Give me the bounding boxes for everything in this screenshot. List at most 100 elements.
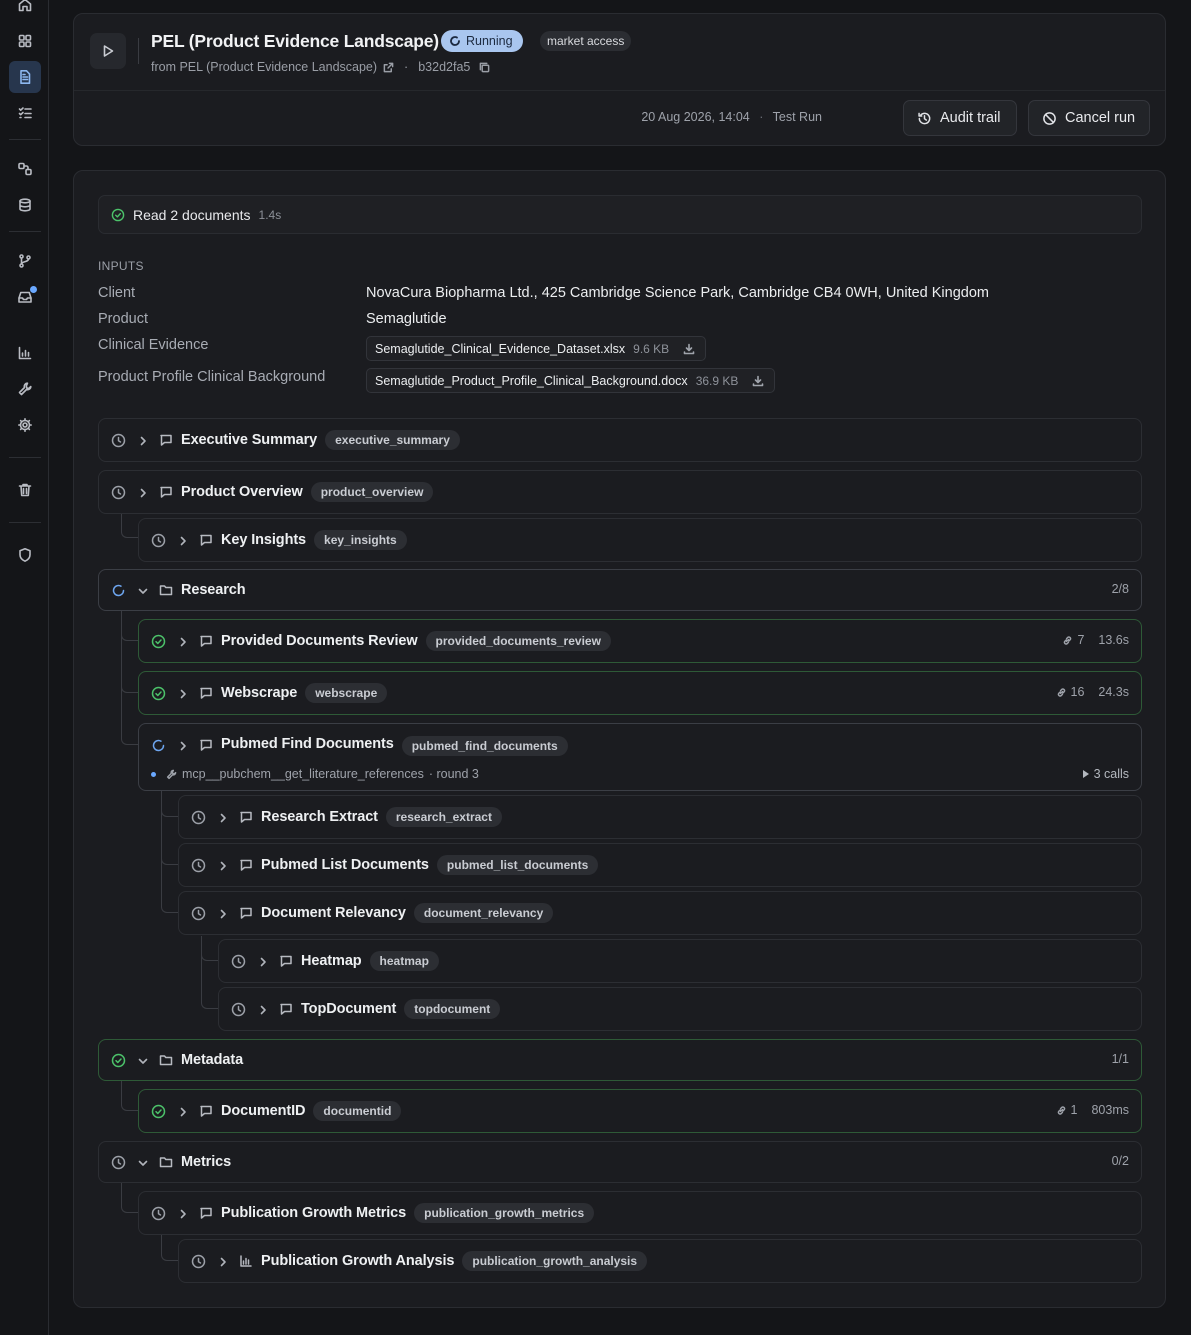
branch-icon[interactable] [9, 245, 41, 277]
task-name: Publication Growth Analysis [261, 1253, 455, 1269]
task-row-publication-growth-analysis[interactable]: Publication Growth Analysis publication_… [178, 1239, 1142, 1283]
copy-icon[interactable] [479, 62, 490, 73]
task-row-research-extract[interactable]: Research Extract research_extract [178, 795, 1142, 839]
task-tag: topdocument [404, 999, 501, 1019]
pending-icon [191, 1254, 206, 1269]
task-call-count: 16 [1070, 685, 1085, 699]
shield-icon[interactable] [9, 539, 41, 571]
tasks-icon[interactable] [9, 97, 41, 129]
category-badge: market access [540, 31, 632, 51]
task-row-documentid[interactable]: DocumentID documentid 1 803ms [138, 1089, 1142, 1133]
database-icon[interactable] [9, 189, 41, 221]
tools-icon[interactable] [9, 373, 41, 405]
task-row-key-insights[interactable]: Key Insights key_insights [138, 518, 1142, 562]
group-row-research[interactable]: Research 2/8 [98, 569, 1142, 611]
analytics-icon[interactable] [9, 337, 41, 369]
inbox-icon[interactable] [9, 281, 41, 313]
prompt-icon [199, 1206, 213, 1220]
step-duration: 1.4s [258, 207, 282, 222]
product-profile-file[interactable]: Semaglutide_Product_Profile_Clinical_Bac… [366, 368, 776, 393]
client-value: NovaCura Biopharma Ltd., 425 Cambridge S… [366, 285, 989, 301]
calls-toggle[interactable]: 3 calls [1082, 767, 1129, 781]
task-row-document-relevancy[interactable]: Document Relevancy document_relevancy [178, 891, 1142, 935]
runs-icon[interactable] [9, 61, 41, 93]
folder-icon [159, 1053, 173, 1067]
task-row-executive-summary[interactable]: Executive Summary executive_summary [98, 418, 1142, 462]
prompt-icon [239, 858, 253, 872]
chevron-right-icon[interactable] [217, 1255, 229, 1267]
chevron-right-icon[interactable] [257, 1003, 269, 1015]
prompt-icon [199, 738, 213, 752]
prompt-icon [239, 810, 253, 824]
read-documents-step[interactable]: Read 2 documents 1.4s [98, 195, 1142, 234]
task-row-topdocument[interactable]: TopDocument topdocument [218, 987, 1142, 1031]
external-link-icon[interactable] [383, 62, 394, 73]
task-row-webscrape[interactable]: Webscrape webscrape 16 24.3s [138, 671, 1142, 715]
group-row-metrics[interactable]: Metrics 0/2 [98, 1141, 1142, 1183]
sidebar [0, 0, 49, 1335]
task-duration: 803ms [1091, 1103, 1129, 1117]
dashboard-icon[interactable] [9, 25, 41, 57]
client-label: Client [98, 285, 136, 301]
run-id: b32d2fa5 [418, 60, 471, 74]
inputs-heading: INPUTS [98, 259, 144, 273]
settings-icon[interactable] [9, 409, 41, 441]
task-row-heatmap[interactable]: Heatmap heatmap [218, 939, 1142, 983]
pending-icon [151, 533, 166, 548]
chevron-right-icon[interactable] [177, 635, 189, 647]
task-call-count: 7 [1077, 633, 1085, 647]
tree-connector [121, 1183, 139, 1213]
task-tag: documentid [313, 1101, 402, 1121]
chevron-right-icon[interactable] [177, 739, 189, 751]
chevron-right-icon[interactable] [177, 1207, 189, 1219]
task-row-pubmed-list-documents[interactable]: Pubmed List Documents pubmed_list_docume… [178, 843, 1142, 887]
integrations-icon[interactable] [9, 153, 41, 185]
group-row-metadata[interactable]: Metadata 1/1 [98, 1039, 1142, 1081]
link-icon [1057, 687, 1065, 697]
source-link[interactable]: from PEL (Product Evidence Landscape) [151, 60, 377, 74]
divider [138, 38, 139, 64]
calls-count: 3 calls [1093, 767, 1129, 781]
play-button[interactable] [90, 33, 126, 69]
task-name: DocumentID [221, 1103, 306, 1119]
chevron-right-icon[interactable] [217, 907, 229, 919]
chevron-right-icon[interactable] [177, 534, 189, 546]
chevron-right-icon[interactable] [257, 955, 269, 967]
play-icon [103, 45, 114, 57]
chevron-right-icon[interactable] [137, 434, 149, 446]
cancel-run-button[interactable]: Cancel run [1028, 100, 1150, 136]
task-name: TopDocument [301, 1001, 397, 1017]
task-row-product-overview[interactable]: Product Overview product_overview [98, 470, 1142, 514]
prompt-icon [159, 433, 173, 447]
home-icon[interactable] [9, 0, 41, 21]
cancel-run-label: Cancel run [1065, 110, 1136, 126]
chevron-right-icon[interactable] [217, 859, 229, 871]
task-row-publication-growth-metrics[interactable]: Publication Growth Metrics publication_g… [138, 1191, 1142, 1235]
chevron-right-icon[interactable] [177, 1105, 189, 1117]
prompt-icon [279, 954, 293, 968]
chevron-right-icon[interactable] [177, 687, 189, 699]
check-circle-icon [151, 686, 166, 701]
prompt-icon [199, 634, 213, 648]
chevron-right-icon[interactable] [217, 811, 229, 823]
chevron-down-icon[interactable] [137, 1054, 149, 1066]
audit-trail-button[interactable]: Audit trail [903, 100, 1017, 136]
download-icon[interactable] [752, 375, 764, 387]
task-row-pubmed-find-documents[interactable]: Pubmed Find Documents pubmed_find_docume… [138, 723, 1142, 791]
chevron-down-icon[interactable] [137, 584, 149, 596]
chevron-down-icon[interactable] [137, 1156, 149, 1168]
file-size: 9.6 KB [633, 341, 670, 356]
trash-icon[interactable] [9, 474, 41, 506]
download-icon[interactable] [683, 343, 695, 355]
task-tag: provided_documents_review [425, 631, 611, 651]
chevron-right-icon[interactable] [137, 486, 149, 498]
pending-icon [151, 1206, 166, 1221]
history-icon [918, 112, 931, 124]
task-name: Publication Growth Metrics [221, 1205, 407, 1221]
task-row-provided-documents-review[interactable]: Provided Documents Review provided_docum… [138, 619, 1142, 663]
prompt-icon [159, 485, 173, 499]
activity-dot [151, 771, 156, 777]
clinical-evidence-file[interactable]: Semaglutide_Clinical_Evidence_Dataset.xl… [366, 336, 707, 361]
task-stats: 1 803ms [1056, 1103, 1129, 1117]
group-progress: 0/2 [1111, 1154, 1129, 1168]
